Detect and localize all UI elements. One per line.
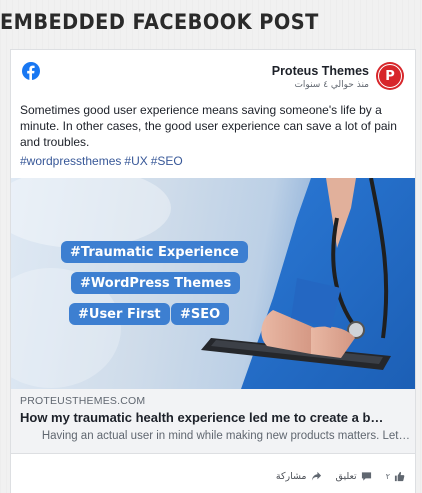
like-count: ٢	[385, 472, 390, 481]
facebook-post-card: Proteus Themes منذ حوالي ٤ سنوات P Somet…	[10, 49, 416, 493]
image-tag: #Traumatic Experience	[61, 241, 248, 263]
page-name-link[interactable]: Proteus Themes	[272, 64, 369, 78]
share-button[interactable]: مشاركة	[276, 471, 322, 482]
comment-icon	[361, 472, 371, 481]
comment-button[interactable]: تعليق	[336, 471, 372, 482]
link-domain: PROTEUSTHEMES.COM	[20, 395, 146, 407]
image-tag: #WordPress Themes	[71, 272, 241, 294]
facebook-logo-icon[interactable]	[22, 62, 40, 80]
page-avatar[interactable]: P	[376, 62, 404, 90]
share-icon	[311, 471, 321, 481]
link-title[interactable]: How my traumatic health experience led m…	[20, 410, 410, 425]
image-tag: #User First	[69, 303, 170, 325]
comment-label: تعليق	[335, 471, 357, 482]
link-preview-info[interactable]: PROTEUSTHEMES.COM How my traumatic healt…	[11, 389, 415, 454]
post-text: Sometimes good user experience means sav…	[20, 103, 397, 149]
section-title: EMBEDDED FACEBOOK POST	[0, 10, 319, 34]
thumbs-up-icon	[394, 471, 405, 482]
post-action-bar: مشاركة تعليق ٢	[11, 468, 415, 492]
post-timestamp[interactable]: منذ حوالي ٤ سنوات	[294, 80, 369, 90]
link-preview-image[interactable]: #Traumatic Experience #WordPress Themes …	[11, 178, 415, 389]
share-label: مشاركة	[275, 471, 307, 482]
image-tag: #SEO	[171, 303, 230, 325]
link-description: …Having an actual user in mind while mak…	[41, 430, 410, 442]
hashtag-link[interactable]: #SEO	[151, 154, 183, 168]
hashtag-link[interactable]: #UX	[124, 154, 147, 168]
hashtag-list: #wordpressthemes #UX #SEO	[20, 154, 186, 168]
like-button[interactable]: ٢	[386, 471, 405, 482]
avatar-letter: P	[378, 64, 402, 88]
hashtag-link[interactable]: #wordpressthemes	[20, 154, 121, 168]
